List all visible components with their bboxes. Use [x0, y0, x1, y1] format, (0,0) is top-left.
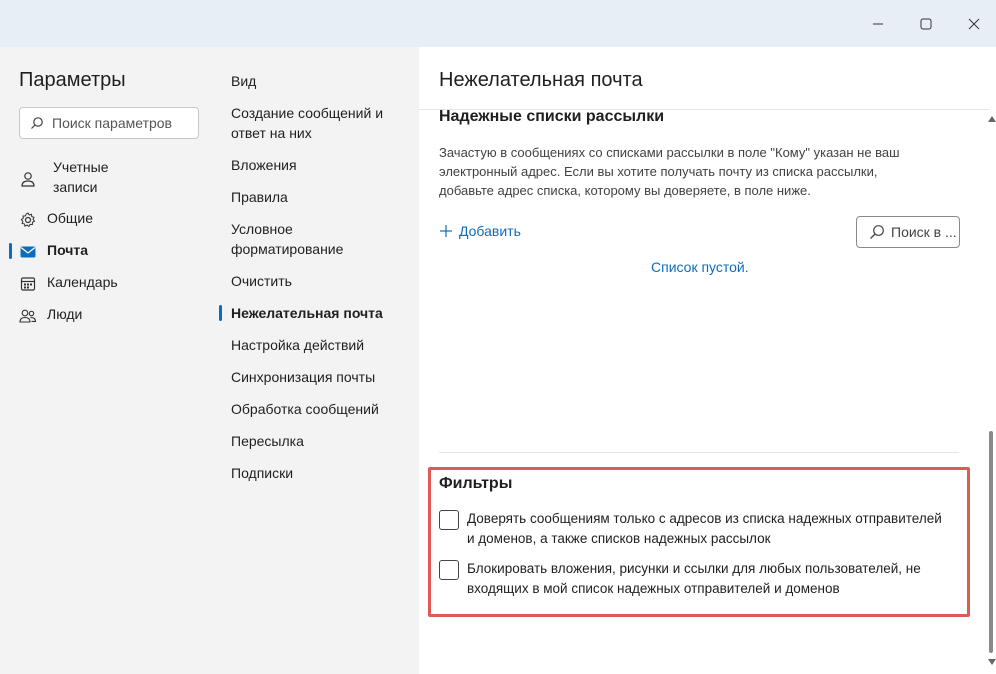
settings-title: Параметры: [19, 69, 126, 91]
search-label: Поиск в ...: [891, 224, 957, 240]
maximize-icon[interactable]: [912, 10, 940, 38]
submenu-item-label: Настройка действий: [231, 337, 365, 353]
plus-icon: [439, 224, 453, 238]
mail-icon: [19, 243, 37, 261]
minimize-icon[interactable]: [864, 10, 892, 38]
person-icon: [19, 170, 37, 188]
search-icon: [869, 224, 885, 240]
submenu-item-conditional-formatting[interactable]: Условное форматирование: [231, 219, 411, 259]
submenu-item-junk-email[interactable]: Нежелательная почта: [231, 303, 411, 323]
section-divider: [439, 452, 959, 453]
submenu-item-label: Правила: [231, 189, 288, 205]
sidebar-item-people[interactable]: Люди: [19, 306, 209, 325]
submenu-item-label: ответ на них: [231, 125, 312, 141]
sidebar-item-calendar[interactable]: Календарь: [19, 274, 209, 293]
calendar-icon: [19, 275, 37, 293]
submenu-item-label: Условное: [231, 221, 293, 237]
sidebar-item-label: Почта: [47, 242, 89, 258]
submenu-item-label: Синхронизация почты: [231, 369, 376, 385]
mail-settings-submenu: Вид Создание сообщений и ответ на них Вло…: [218, 47, 419, 674]
submenu-item-subscriptions[interactable]: Подписки: [231, 463, 411, 483]
block-attachments-label: Блокировать вложения, рисунки и ссылки д…: [467, 559, 959, 599]
sidebar-item-label: записи: [53, 179, 98, 195]
settings-search-input[interactable]: [52, 115, 192, 131]
submenu-item-message-handling[interactable]: Обработка сообщений: [231, 399, 411, 419]
submenu-item-label: Вид: [231, 73, 257, 89]
scrollbar-thumb[interactable]: [989, 431, 993, 653]
settings-search-box[interactable]: [19, 107, 199, 139]
page-title: Нежелательная почта: [439, 69, 643, 91]
mailing-lists-description: Зачастую в сообщениях со списками рассыл…: [439, 143, 939, 200]
search-icon: [30, 116, 44, 130]
submenu-item-label: Нежелательная почта: [231, 305, 383, 321]
checkbox-label-line: входящих в мой список надежных отправите…: [467, 581, 840, 596]
submenu-item-label: Подписки: [231, 465, 294, 481]
description-line: электронный адрес. Если вы хотите получа…: [439, 164, 878, 179]
mailing-list-search[interactable]: Поиск в ...: [856, 216, 960, 248]
block-attachments-checkbox[interactable]: [439, 560, 459, 580]
description-line: добавьте адрес списка, которому вы довер…: [439, 183, 811, 198]
sidebar-item-label: Люди: [47, 306, 83, 322]
active-indicator: [219, 305, 222, 321]
description-line: Зачастую в сообщениях со списками рассыл…: [439, 145, 900, 160]
sidebar-item-general[interactable]: Общие: [19, 210, 209, 229]
trusted-only-checkbox[interactable]: [439, 510, 459, 530]
submenu-item-compose[interactable]: Создание сообщений и ответ на них: [231, 103, 411, 143]
submenu-item-label: Создание сообщений и: [231, 105, 384, 121]
sidebar-item-accounts[interactable]: Учетные записи: [19, 157, 209, 197]
submenu-item-actions[interactable]: Настройка действий: [231, 335, 411, 355]
submenu-item-forwarding[interactable]: Пересылка: [231, 431, 411, 451]
people-icon: [19, 307, 37, 325]
sidebar-item-label: Общие: [47, 210, 94, 226]
submenu-item-label: Очистить: [231, 273, 292, 289]
submenu-item-rules[interactable]: Правила: [231, 187, 411, 207]
submenu-item-label: Пересылка: [231, 433, 304, 449]
submenu-item-label: Обработка сообщений: [231, 401, 379, 417]
submenu-item-label: форматирование: [231, 241, 344, 257]
sidebar-item-mail[interactable]: Почта: [19, 242, 209, 261]
checkbox-label-line: Блокировать вложения, рисунки и ссылки д…: [467, 561, 921, 576]
submenu-item-attachments[interactable]: Вложения: [231, 155, 411, 175]
junk-email-settings-panel: Нежелательная почта Надежные списки расс…: [419, 47, 996, 674]
checkbox-label-line: Доверять сообщениям только с адресов из …: [467, 511, 942, 526]
filters-title: Фильтры: [439, 475, 513, 492]
scroll-down-arrow-icon[interactable]: [987, 659, 996, 669]
submenu-item-label: Вложения: [231, 157, 297, 173]
sidebar-item-label: Календарь: [47, 274, 118, 290]
submenu-item-sweep[interactable]: Очистить: [231, 271, 411, 291]
scroll-up-arrow-icon[interactable]: [987, 116, 996, 126]
empty-list-message: Список пустой.: [651, 259, 749, 275]
submenu-item-sync[interactable]: Синхронизация почты: [231, 367, 411, 387]
filter-option-block-attachments[interactable]: Блокировать вложения, рисунки и ссылки д…: [439, 559, 959, 599]
filter-option-trusted-only[interactable]: Доверять сообщениям только с адресов из …: [439, 509, 959, 549]
add-mailing-list-button[interactable]: Добавить: [439, 223, 521, 239]
title-bar: [0, 0, 996, 47]
active-indicator: [9, 243, 12, 259]
close-icon[interactable]: [960, 10, 988, 38]
checkbox-label-line: и доменов, а также списков надежных расс…: [467, 531, 771, 546]
gear-icon: [19, 211, 37, 229]
trusted-only-label: Доверять сообщениям только с адресов из …: [467, 509, 959, 549]
submenu-item-view[interactable]: Вид: [231, 71, 411, 91]
settings-sidebar: Параметры Учетные записи Общие Почта К: [0, 47, 218, 674]
mailing-lists-title: Надежные списки рассылки: [439, 108, 665, 125]
sidebar-item-label: Учетные: [53, 159, 109, 175]
add-button-label: Добавить: [459, 223, 521, 239]
